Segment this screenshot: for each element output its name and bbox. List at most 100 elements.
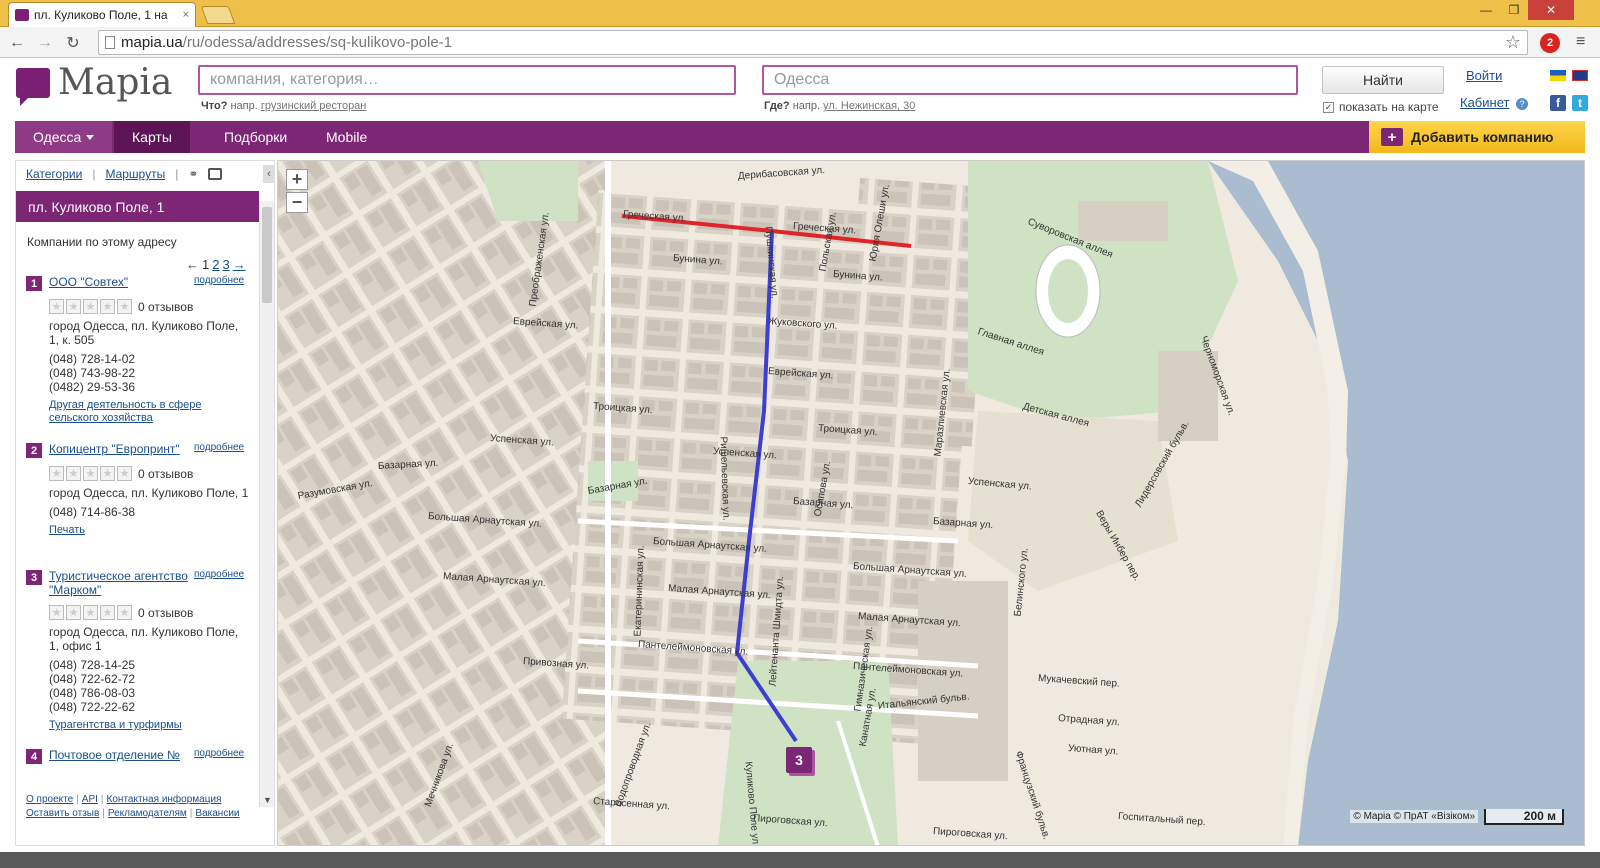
sidebar-tabs: Категории | Маршруты | ⚭ bbox=[26, 167, 223, 181]
company-name[interactable]: ООО "Совтех" bbox=[49, 275, 194, 289]
company-more-link[interactable]: подробнее bbox=[194, 569, 244, 580]
pager-page-1[interactable]: 1 bbox=[202, 257, 209, 272]
tab-routes[interactable]: Маршруты bbox=[105, 167, 165, 181]
find-button[interactable]: Найти bbox=[1322, 66, 1444, 94]
company-details: ★ ★ ★ ★ ★ 0 отзывов город Одесса, пл. Кулико… bbox=[49, 466, 249, 537]
star-icon[interactable]: ★ bbox=[66, 299, 81, 314]
contacts-link[interactable]: Контактная информация bbox=[107, 794, 222, 805]
twitter-icon[interactable]: t bbox=[1572, 95, 1588, 111]
new-tab-button[interactable] bbox=[200, 6, 236, 24]
divider: | bbox=[175, 167, 179, 181]
ukrainian-flag-icon[interactable] bbox=[1550, 70, 1566, 81]
sidebar-scrollbar[interactable]: ▼ bbox=[259, 201, 274, 807]
star-icon[interactable]: ★ bbox=[66, 605, 81, 620]
show-on-map-checkbox[interactable]: ✓ bbox=[1323, 101, 1334, 113]
minimize-icon[interactable]: — bbox=[1472, 0, 1500, 20]
api-link[interactable]: API bbox=[82, 794, 98, 805]
window-close-icon[interactable]: ✕ bbox=[1528, 0, 1574, 20]
rating-stars[interactable]: ★ ★ ★ ★ ★ 0 отзывов bbox=[49, 299, 249, 314]
sidebar: Категории | Маршруты | ⚭ ‹ пл. Куликово … bbox=[15, 160, 275, 846]
help-icon[interactable]: ? bbox=[1516, 98, 1528, 110]
reload-icon[interactable]: ↻ bbox=[62, 32, 84, 54]
pager-prev[interactable]: ← bbox=[186, 257, 199, 272]
star-icon[interactable]: ★ bbox=[83, 605, 98, 620]
add-company-button[interactable]: + Добавить компанию bbox=[1369, 121, 1585, 153]
star-icon[interactable]: ★ bbox=[117, 466, 132, 481]
city-selector[interactable]: Одесса bbox=[15, 121, 112, 153]
star-icon[interactable]: ★ bbox=[117, 605, 132, 620]
company-name[interactable]: Почтовое отделение № bbox=[49, 748, 194, 762]
company-more-link[interactable]: подробнее bbox=[194, 275, 244, 286]
browser-menu-icon[interactable]: ≡ bbox=[1576, 33, 1585, 51]
login-link[interactable]: Войти bbox=[1466, 68, 1502, 83]
star-icon[interactable]: ★ bbox=[83, 299, 98, 314]
company-phone: (048) 743-98-22 bbox=[49, 366, 136, 380]
rating-stars[interactable]: ★ ★ ★ ★ ★ 0 отзывов bbox=[49, 605, 249, 620]
where-search-input[interactable]: Одесса bbox=[762, 65, 1298, 95]
what-hint-example[interactable]: грузинский ресторан bbox=[261, 100, 367, 112]
star-icon[interactable]: ★ bbox=[66, 466, 81, 481]
show-on-map-option[interactable]: ✓ показать на карте bbox=[1323, 100, 1439, 114]
company-category-link[interactable]: Печать bbox=[49, 524, 249, 537]
company-item: 3 Туристическое агентство "Марком" подро… bbox=[26, 569, 256, 739]
show-on-map-label: показать на карте bbox=[1339, 100, 1439, 114]
company-more-link[interactable]: подробнее bbox=[194, 748, 244, 759]
jobs-link[interactable]: Вакансии bbox=[195, 808, 239, 819]
advertisers-link[interactable]: Рекламодателям bbox=[108, 808, 187, 819]
star-icon[interactable]: ★ bbox=[49, 466, 64, 481]
pager-page-3[interactable]: 3 bbox=[222, 257, 229, 272]
cabinet-link[interactable]: Кабинет bbox=[1460, 95, 1509, 110]
pager-next[interactable]: → bbox=[233, 257, 246, 272]
where-hint-example[interactable]: ул. Нежинская, 30 bbox=[823, 100, 915, 112]
tab-close-icon[interactable]: × bbox=[183, 9, 189, 21]
nav-collections[interactable]: Подборки bbox=[206, 121, 305, 153]
company-name[interactable]: Туристическое агентство "Марком" bbox=[49, 569, 194, 597]
tab-title: пл. Куликово Поле, 1 на bbox=[34, 8, 168, 22]
scroll-thumb[interactable] bbox=[262, 207, 272, 303]
link-icon[interactable]: ⚭ bbox=[188, 167, 198, 181]
browser-toolbar: ← → ↻ mapia.ua/ru/odessa/addresses/sq-ku… bbox=[0, 27, 1600, 58]
mapia-logo[interactable]: Mapia bbox=[16, 62, 173, 106]
nav-maps[interactable]: Карты bbox=[114, 121, 190, 153]
browser-tab[interactable]: пл. Куликово Поле, 1 на × bbox=[8, 2, 196, 27]
print-icon[interactable] bbox=[208, 168, 223, 180]
logo-text: Mapia bbox=[58, 62, 173, 103]
map-view[interactable]: + − Дерибасовская ул. Греческая ул. Гречес… bbox=[277, 160, 1585, 846]
scroll-down-icon[interactable]: ▼ bbox=[263, 795, 272, 805]
forward-icon[interactable]: → bbox=[34, 32, 56, 54]
zoom-out-icon[interactable]: − bbox=[286, 192, 308, 213]
star-icon[interactable]: ★ bbox=[100, 466, 115, 481]
collapse-sidebar-icon[interactable]: ‹ bbox=[263, 165, 274, 183]
star-icon[interactable]: ★ bbox=[117, 299, 132, 314]
what-search-input[interactable]: компания, категория… bbox=[198, 65, 736, 95]
rating-stars[interactable]: ★ ★ ★ ★ ★ 0 отзывов bbox=[49, 466, 249, 481]
company-category-link[interactable]: Другая деятельность в сфере сельского хо… bbox=[49, 399, 249, 425]
company-name[interactable]: Копицентр "Европринт" bbox=[49, 442, 194, 456]
pager: ← 1 2 3 → bbox=[186, 257, 246, 272]
feedback-link[interactable]: Оставить отзыв bbox=[26, 808, 99, 819]
extension-icon[interactable]: 2 bbox=[1540, 33, 1560, 53]
address-bar[interactable]: mapia.ua/ru/odessa/addresses/sq-kulikovo… bbox=[98, 30, 1528, 55]
star-icon[interactable]: ★ bbox=[83, 466, 98, 481]
tab-categories[interactable]: Категории bbox=[26, 167, 82, 181]
reviews-count: 0 отзывов bbox=[138, 466, 194, 481]
facebook-icon[interactable]: f bbox=[1550, 95, 1566, 111]
back-icon[interactable]: ← bbox=[6, 32, 28, 54]
nav-mobile[interactable]: Mobile bbox=[308, 121, 385, 153]
star-icon[interactable]: ★ bbox=[100, 299, 115, 314]
restore-icon[interactable]: ❐ bbox=[1500, 0, 1528, 20]
company-more-link[interactable]: подробнее bbox=[194, 442, 244, 453]
pager-page-2[interactable]: 2 bbox=[212, 257, 219, 272]
map-marker[interactable]: 3 bbox=[786, 747, 812, 773]
about-link[interactable]: О проекте bbox=[26, 794, 73, 805]
what-hint-label: Что? bbox=[201, 100, 228, 112]
divider: | bbox=[102, 808, 105, 819]
reviews-count: 0 отзывов bbox=[138, 605, 194, 620]
bookmark-star-icon[interactable]: ☆ bbox=[1505, 32, 1521, 53]
company-category-link[interactable]: Турагентства и турфирмы bbox=[49, 719, 249, 732]
star-icon[interactable]: ★ bbox=[49, 605, 64, 620]
star-icon[interactable]: ★ bbox=[49, 299, 64, 314]
star-icon[interactable]: ★ bbox=[100, 605, 115, 620]
english-flag-icon[interactable] bbox=[1572, 70, 1588, 81]
zoom-in-icon[interactable]: + bbox=[286, 169, 308, 190]
